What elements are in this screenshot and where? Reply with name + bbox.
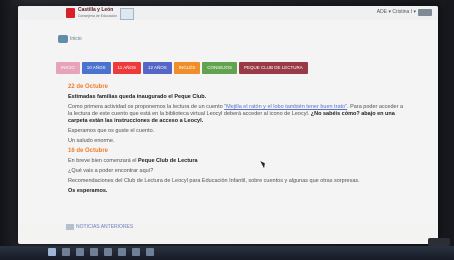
back-link[interactable]: Inicio bbox=[70, 36, 82, 42]
logo-title: Castilla y León bbox=[78, 7, 114, 13]
article-paragraph-2: Esperamos que os guste el cuento. bbox=[68, 128, 155, 134]
taskbar-app-2-icon[interactable] bbox=[76, 248, 84, 256]
tab-consejos[interactable]: CONSEJOS bbox=[202, 62, 238, 74]
education-logo-icon bbox=[120, 8, 134, 20]
taskbar-app-4-icon[interactable] bbox=[104, 248, 112, 256]
taskbar-app-1-icon[interactable] bbox=[62, 248, 70, 256]
tab-12-anos[interactable]: 12 AÑOS bbox=[142, 62, 172, 74]
story-link[interactable]: "Mejilla el ratón y el lobo también tene… bbox=[224, 104, 347, 110]
article-paragraph-1: Como primera actividad os proponemos la … bbox=[68, 104, 408, 125]
article-paragraph-5: Recomendaciones del Club de Lectura de L… bbox=[68, 178, 360, 184]
peque-club-name: Peque Club de Lectura bbox=[138, 158, 198, 164]
article-date-1: 22 de Octubre bbox=[68, 84, 109, 90]
user-menu[interactable]: ADE ▾ Cristina I ▾ bbox=[377, 9, 416, 15]
browser-page: Castilla y León Consejería de Educación … bbox=[18, 6, 438, 244]
tab-peque-club[interactable]: PEQUE CLUB DE LECTURA bbox=[239, 62, 308, 74]
news-icon bbox=[66, 224, 74, 230]
taskbar-app-7-icon[interactable] bbox=[146, 248, 154, 256]
news-article: 22 de Octubre Estimadas familias queda i… bbox=[68, 84, 408, 198]
tab-10-anos[interactable]: 10 AÑOS bbox=[81, 62, 111, 74]
taskbar-app-5-icon[interactable] bbox=[118, 248, 126, 256]
home-icon[interactable] bbox=[58, 35, 68, 43]
paragraph-1-start: Como primera actividad os proponemos la … bbox=[68, 104, 223, 110]
article-date-2: 16 de Octubre bbox=[68, 148, 109, 154]
article-sign: Un saludo enorme. bbox=[68, 138, 115, 144]
paragraph-3-start: En breve bien comenzará el bbox=[68, 158, 137, 164]
logo-subtitle: Consejería de Educación bbox=[78, 14, 118, 18]
tab-ingles[interactable]: INGLÉS bbox=[173, 62, 201, 74]
article-paragraph-4: ¿Qué vais a poder encontrar aquí? bbox=[68, 168, 154, 174]
taskbar-app-6-icon[interactable] bbox=[132, 248, 140, 256]
tab-bar: INICIO 10 AÑOS 11 AÑOS 12 AÑOS INGLÉS CO… bbox=[56, 62, 308, 74]
window-corner-control bbox=[428, 238, 450, 246]
article-closing: Os esperamos. bbox=[68, 188, 108, 194]
tab-11-anos[interactable]: 11 AÑOS bbox=[112, 62, 141, 74]
site-header: Castilla y León Consejería de Educación … bbox=[18, 6, 438, 21]
castilla-leon-logo-icon bbox=[66, 8, 75, 18]
previous-news-link[interactable]: NOTICIAS ANTERIORES bbox=[76, 224, 133, 230]
taskbar-app-3-icon[interactable] bbox=[90, 248, 98, 256]
settings-icon[interactable] bbox=[418, 9, 432, 16]
article-headline: Estimadas familias queda inaugurado el P… bbox=[68, 94, 207, 100]
tab-inicio[interactable]: INICIO bbox=[56, 62, 80, 74]
article-paragraph-3: En breve bien comenzará el Peque Club de… bbox=[68, 158, 408, 165]
start-icon[interactable] bbox=[48, 248, 56, 256]
